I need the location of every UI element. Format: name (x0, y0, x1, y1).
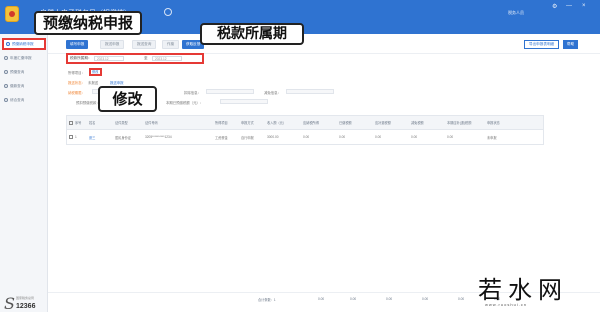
footer-total: 0.00 (458, 297, 465, 301)
total-count: 合计条数：1 (258, 298, 276, 302)
table-cell: 3205**********1234 (145, 135, 172, 139)
refresh-icon[interactable] (164, 8, 172, 16)
relief-label: 减免信息： (264, 91, 281, 95)
brand-12366: S 国家税务总局 12366 (4, 292, 46, 312)
sidebar-item-label: 缴款查询 (10, 83, 25, 88)
tax-emblem-icon (5, 6, 19, 22)
callout-modify: 修改 (98, 86, 157, 112)
menu-icon (4, 70, 8, 74)
column-header: 证件号码 (145, 121, 158, 125)
column-header: 姓名 (89, 121, 96, 125)
table-header: 序号 姓名 证件类型 证件号码 所得项目 申报方式 收入额（元） 应纳税所得 已… (67, 116, 543, 130)
table-cell: 未申报 (487, 135, 497, 140)
column-header: 序号 (75, 121, 82, 125)
callout-prepay-declaration: 预缴纳税申报 (34, 11, 142, 35)
tax-period-label: 税款所属期： (70, 56, 92, 60)
table-cell: 0.00 (339, 135, 346, 139)
period-start-input[interactable]: 2023.12 (94, 56, 124, 61)
export-button[interactable]: 导出申报表明细 (524, 40, 560, 49)
sidebar-item-prepay-declaration[interactable]: 预缴纳税申报 (2, 38, 46, 50)
menu-icon (4, 84, 8, 88)
prepaid-label: 预扣预缴税款： (76, 101, 100, 105)
declare-link[interactable]: 报送申报 (110, 80, 124, 85)
sidebar: 预缴纳税申报 年度汇缴申报 预缴查询 缴款查询 综合查询 S 国家税务总局 12… (0, 34, 48, 312)
sidebar-item-annual-settlement[interactable]: 年度汇缴申报 (2, 52, 46, 64)
column-header: 本期应补(退)税额 (447, 121, 472, 125)
column-header: 所得项目 (215, 121, 228, 125)
brand-caption: 国家税务总局 (16, 296, 35, 300)
status-label: 报送状态： (68, 81, 85, 85)
modify-button[interactable]: 修改 (89, 68, 102, 76)
sidebar-item-general-query[interactable]: 综合查询 (2, 94, 46, 106)
column-header: 减免税额 (411, 121, 424, 125)
table-cell: 居民身份证 (115, 135, 131, 140)
column-header: 应纳税所得 (303, 121, 319, 125)
watermark-url: www.ruoshui.cn (485, 302, 528, 307)
column-header: 收入额（元） (267, 121, 287, 125)
table-row[interactable]: 1 张三 居民身份证 3205**********1234 工资薪金 自行申报 … (67, 130, 543, 144)
tax-period-selector: 税款所属期： 2023.12 至 2023.12 (66, 53, 204, 64)
brand-number: 12366 (16, 303, 36, 310)
sidebar-item-payment-query[interactable]: 缴款查询 (2, 80, 46, 92)
tab-submit-declaration[interactable]: 报送申报 (100, 40, 125, 49)
column-header: 申报状态 (487, 121, 500, 125)
menu-icon (6, 42, 10, 46)
deduction-field (206, 89, 254, 94)
table-cell: 0.00 (447, 135, 454, 139)
column-header: 应补退税额 (375, 121, 391, 125)
declaration-table: 序号 姓名 证件类型 证件号码 所得项目 申报方式 收入额（元） 应纳税所得 已… (66, 115, 544, 145)
table-cell: 自行申报 (241, 135, 254, 140)
sidebar-item-prepay-query[interactable]: 预缴查询 (2, 66, 46, 78)
menu-icon (4, 98, 8, 102)
footer-total: 0.00 (318, 297, 325, 301)
callout-tax-period: 税款所属期 (200, 23, 304, 45)
prepaid-amount-field (220, 99, 268, 104)
sidebar-item-label: 预缴纳税申报 (12, 41, 34, 46)
column-header: 已缴税额 (339, 121, 352, 125)
table-cell: 工资薪金 (215, 135, 228, 140)
period-separator: 至 (144, 56, 148, 60)
income-type-label: 所得项目： (68, 71, 85, 75)
column-header: 申报方式 (241, 121, 254, 125)
footer-total: 0.00 (422, 297, 429, 301)
tab-fill-declaration[interactable]: 填写申报 (66, 40, 89, 49)
toolbar: 填写申报 报送申报 报送查询 作废 获取反馈 导出申报表明细 帮助 (48, 34, 600, 54)
current-user[interactable]: 税务人员 (508, 10, 524, 16)
period-end-input[interactable]: 2023.12 (152, 56, 182, 61)
tab-void[interactable]: 作废 (162, 40, 180, 49)
sidebar-item-label: 综合查询 (10, 97, 25, 102)
hotline-logo-icon: S (4, 294, 15, 312)
table-cell: 0.00 (375, 135, 382, 139)
tax-period-info-label: 纳税期限： (68, 91, 85, 95)
name-link[interactable]: 张三 (87, 135, 113, 140)
close-icon[interactable]: × (582, 3, 586, 9)
sidebar-item-label: 预缴查询 (10, 69, 25, 74)
sidebar-item-label: 年度汇缴申报 (10, 55, 32, 60)
relief-field (286, 89, 334, 94)
table-cell: 0.00 (303, 135, 310, 139)
deduction-label: 扣除信息： (184, 91, 201, 95)
table-cell: 0.00 (411, 135, 418, 139)
footer-total: 0.00 (386, 297, 393, 301)
help-button[interactable]: 帮助 (563, 40, 579, 49)
table-cell: 1 (75, 135, 77, 139)
column-header: 证件类型 (115, 121, 128, 125)
menu-icon (4, 56, 8, 60)
watermark-text: 若水网 (478, 276, 568, 304)
footer-total: 0.00 (350, 297, 357, 301)
minimize-icon[interactable]: — (566, 3, 572, 9)
tab-submit-query[interactable]: 报送查询 (132, 40, 157, 49)
table-cell: 3000.00 (267, 135, 279, 139)
settings-icon[interactable]: ⚙ (552, 3, 557, 10)
watermark: 若水网 www.ruoshui.cn (478, 270, 598, 310)
prepaid-amount-label: 本期已预缴税额（元）： (166, 101, 204, 105)
status-value: 未报送 (88, 81, 99, 85)
